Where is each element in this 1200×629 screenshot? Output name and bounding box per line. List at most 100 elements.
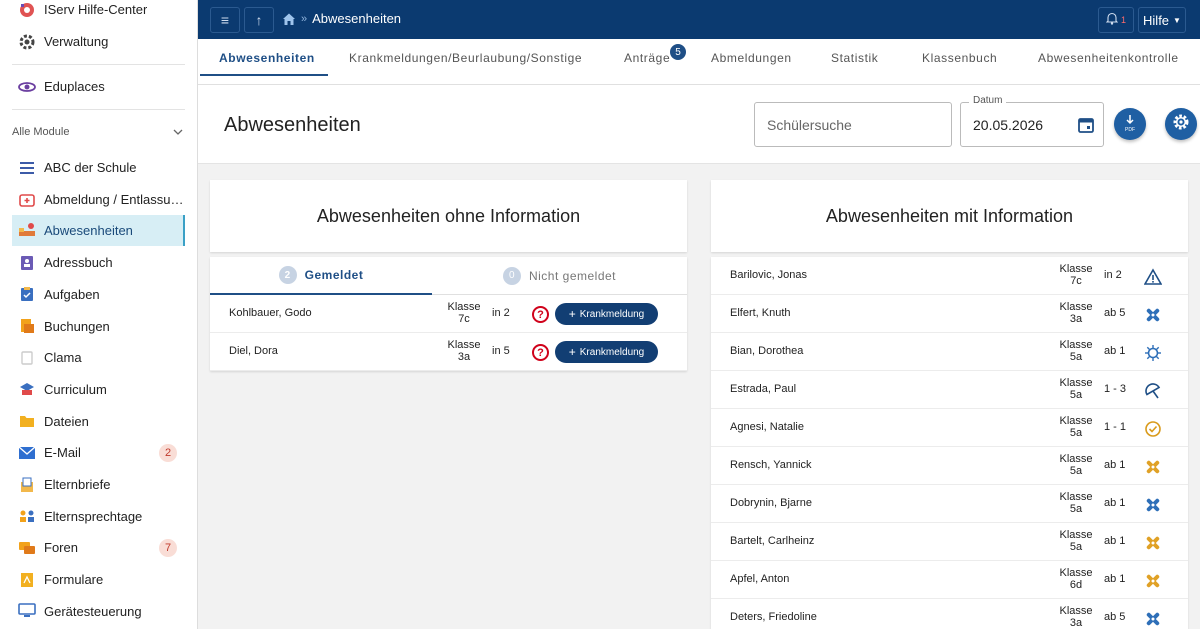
divider: [12, 64, 185, 65]
sidebar-item-dateien[interactable]: Dateien: [12, 406, 185, 437]
class-value: 5a: [1069, 541, 1083, 553]
check-circle-icon[interactable]: [1144, 420, 1162, 438]
student-name[interactable]: Bartelt, Carlheinz: [730, 535, 814, 547]
lesson-period: ab 5: [1104, 611, 1126, 623]
sidebar-item-label: Clama: [44, 350, 82, 366]
student-name[interactable]: Kohlbauer, Godo: [229, 307, 312, 319]
calendar-icon[interactable]: [1077, 116, 1095, 134]
bandage-icon[interactable]: [1144, 496, 1162, 514]
lesson-period: ab 1: [1104, 573, 1126, 585]
tab-krankmeldungen[interactable]: Krankmeldungen/Beurlaubung/Sonstige: [349, 51, 582, 65]
student-name[interactable]: Deters, Friedoline: [730, 611, 817, 623]
student-name[interactable]: Dobrynin, Bjarne: [730, 497, 812, 509]
module-tabs: Abwesenheiten Krankmeldungen/Beurlaubung…: [198, 39, 1200, 85]
question-icon[interactable]: ?: [532, 344, 549, 361]
tab-statistik[interactable]: Statistik: [831, 51, 878, 65]
sidebar-item-help-center[interactable]: IServ Hilfe-Center: [12, 0, 185, 25]
bandage-icon[interactable]: [1144, 458, 1162, 476]
bandage-icon[interactable]: [1144, 306, 1162, 324]
sidebar-item-abmeldung-entlassu[interactable]: Abmeldung / Entlassu…: [12, 184, 185, 215]
with-info-title-card: Abwesenheiten mit Information: [711, 180, 1188, 252]
student-search-input[interactable]: [754, 102, 952, 147]
class-label: Klasse: [1059, 339, 1093, 351]
booking-icon: [18, 317, 36, 335]
student-name[interactable]: Elfert, Knuth: [730, 307, 791, 319]
sidebar-item-label: Abwesenheiten: [44, 223, 133, 239]
panel-title: Abwesenheiten ohne Information: [316, 206, 581, 226]
sidebar-item-e-mail[interactable]: E-Mail 2: [12, 437, 185, 468]
sidebar-item-curriculum[interactable]: Curriculum: [12, 374, 185, 405]
sidebar-item-clama[interactable]: Clama: [12, 342, 185, 373]
student-name[interactable]: Barilovic, Jonas: [730, 269, 807, 281]
subtab-nicht-gemeldet[interactable]: 0 Nicht gemeldet: [432, 257, 687, 295]
class-label: Klasse: [1059, 263, 1093, 275]
bandage-icon[interactable]: [1144, 534, 1162, 552]
up-button[interactable]: ↑: [244, 7, 274, 33]
notifications-button[interactable]: 1: [1098, 7, 1134, 33]
class-value: 3a: [1069, 617, 1083, 629]
sidebar-item-formulare[interactable]: Formulare: [12, 564, 185, 595]
umbrella-icon[interactable]: [1144, 382, 1162, 400]
sidebar-item-label: Abmeldung / Entlassu…: [44, 191, 184, 207]
sidebar-item-abwesenheiten[interactable]: Abwesenheiten: [12, 215, 185, 247]
menu-toggle-button[interactable]: ≡: [210, 7, 240, 33]
student-name[interactable]: Bian, Dorothea: [730, 345, 803, 357]
panel-title: Abwesenheiten mit Information: [825, 206, 1074, 226]
student-name[interactable]: Estrada, Paul: [730, 383, 796, 395]
sidebar-item-foren[interactable]: Foren 7: [12, 532, 185, 563]
subtab-gemeldet[interactable]: 2 Gemeldet: [210, 257, 432, 295]
class-value: 5a: [1069, 427, 1083, 439]
sidebar-item-abc-der-schule[interactable]: ABC der Schule: [12, 152, 185, 183]
gear-icon: [1172, 113, 1190, 136]
help-label: Hilfe: [1143, 12, 1170, 28]
sidebar-item-label: Curriculum: [44, 381, 107, 397]
sidebar-item-elternsprechtage[interactable]: Elternsprechtage: [12, 501, 185, 532]
lifebuoy-icon: [18, 1, 36, 19]
pdf-download-button[interactable]: PDF: [1114, 108, 1146, 140]
help-menu-button[interactable]: Hilfe ▼: [1138, 7, 1186, 33]
settings-button[interactable]: [1165, 108, 1197, 140]
warning-icon[interactable]: [1143, 268, 1163, 286]
table-row: Elfert, Knuth Klasse 3a ab 5: [711, 295, 1188, 333]
student-name[interactable]: Apfel, Anton: [730, 573, 789, 585]
bed-icon: [18, 222, 36, 240]
sidebar-item-label: Eduplaces: [44, 79, 105, 94]
question-icon[interactable]: ?: [532, 306, 549, 323]
date-field[interactable]: Datum 20.05.2026: [960, 95, 1104, 147]
tab-abwesenheiten[interactable]: Abwesenheiten: [219, 51, 315, 65]
sidebar-item-adressbuch[interactable]: Adressbuch: [12, 247, 185, 278]
student-name[interactable]: Rensch, Yannick: [730, 459, 812, 471]
date-value: 20.05.2026: [973, 117, 1044, 133]
bandage-icon[interactable]: [1144, 610, 1162, 628]
class-label: Klasse: [447, 339, 481, 351]
home-icon[interactable]: [282, 12, 296, 26]
sidebar-item-buchungen[interactable]: Buchungen: [12, 311, 185, 342]
sidebar-item-gerätesteuerung[interactable]: Gerätesteuerung: [12, 596, 185, 627]
gear-icon: [18, 33, 36, 51]
class-label: Klasse: [1059, 567, 1093, 579]
virus-icon[interactable]: [1144, 344, 1162, 362]
sidebar-item-aufgaben[interactable]: Aufgaben: [12, 279, 185, 310]
sidebar-item-elternbriefe[interactable]: Elternbriefe: [12, 469, 185, 500]
class-value: 6d: [1069, 579, 1083, 591]
krankmeldung-button[interactable]: + Krankmeldung: [555, 341, 658, 363]
tab-klassenbuch[interactable]: Klassenbuch: [922, 51, 997, 65]
sidebar-item-eduplaces[interactable]: Eduplaces: [12, 71, 185, 102]
notification-count: 1: [1120, 15, 1126, 25]
button-label: Krankmeldung: [579, 346, 645, 358]
tab-antraege[interactable]: Anträge: [624, 51, 670, 65]
sidebar-item-verwaltung[interactable]: Verwaltung: [12, 26, 185, 57]
table-row: Dobrynin, Bjarne Klasse 5a ab 1: [711, 485, 1188, 523]
krankmeldung-button[interactable]: + Krankmeldung: [555, 303, 658, 325]
modules-section-header[interactable]: Alle Module: [12, 123, 185, 141]
table-row: Estrada, Paul Klasse 5a 1 - 3: [711, 371, 1188, 409]
subtab-label: Gemeldet: [304, 268, 364, 282]
bandage-icon[interactable]: [1144, 572, 1162, 590]
student-name[interactable]: Diel, Dora: [229, 345, 278, 357]
tab-abmeldungen[interactable]: Abmeldungen: [711, 51, 792, 65]
tab-abwesenheitenkontrolle[interactable]: Abwesenheitenkontrolle: [1038, 51, 1179, 65]
subtab-label: Nicht gemeldet: [528, 268, 617, 283]
lesson-period: 1 - 3: [1104, 383, 1127, 395]
student-name[interactable]: Agnesi, Natalie: [730, 421, 804, 433]
breadcrumb-current[interactable]: Abwesenheiten: [312, 11, 401, 26]
